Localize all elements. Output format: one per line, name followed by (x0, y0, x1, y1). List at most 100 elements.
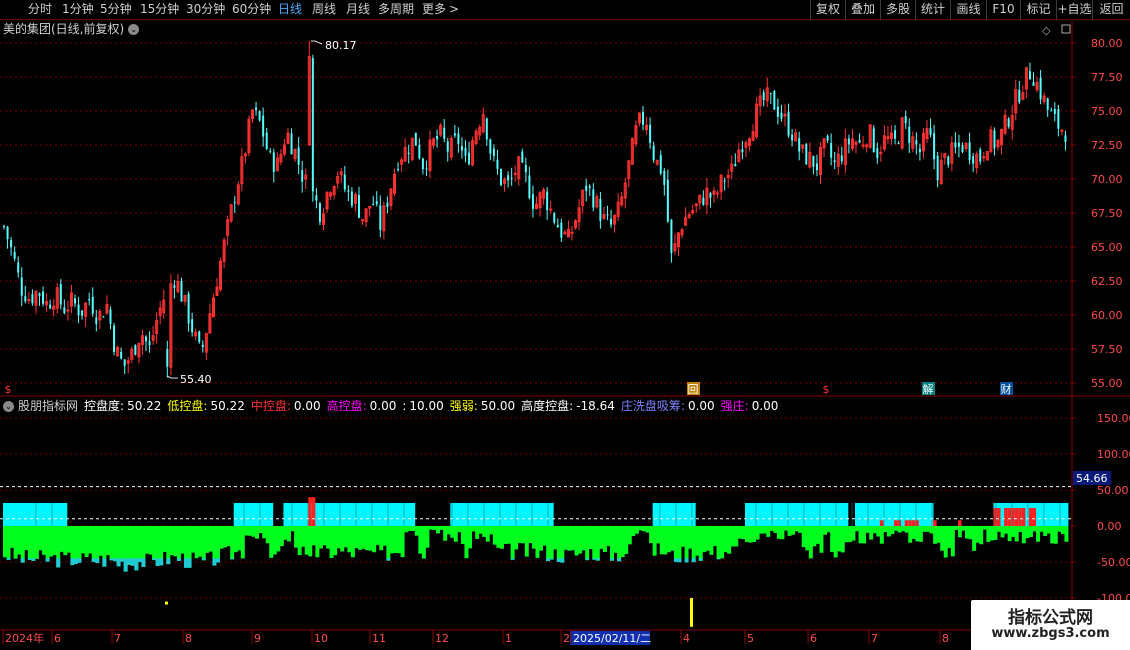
candle-body (226, 219, 230, 236)
candle-body (734, 164, 737, 167)
candle-body (414, 132, 417, 146)
indicator-bar-green (624, 526, 629, 554)
more-arrow-icon[interactable]: > (449, 1, 459, 18)
period-tab-0[interactable]: 分时 (28, 1, 52, 18)
period-tab-3[interactable]: 15分钟 (140, 1, 179, 18)
indicator-bar-green (66, 526, 71, 553)
candle-body (45, 301, 49, 306)
indicator-bar-cyan (375, 502, 380, 526)
indicator-bar-cyan (311, 502, 316, 526)
time-axis-label-1: 6 (54, 632, 61, 645)
indicator-bar-cyan (830, 502, 835, 526)
indicator-bar-cyan (354, 502, 359, 526)
candle-body (191, 319, 194, 333)
indicator-name[interactable]: 股朋指标网 (18, 399, 78, 413)
candle-body (517, 156, 521, 180)
indicator-bar-cyan (823, 502, 827, 526)
toolbar-button-3[interactable]: 统计 (915, 0, 950, 20)
candle-body (176, 280, 180, 293)
period-tab-6[interactable]: 日线 (278, 1, 302, 18)
toolbar-button-4[interactable]: 画线 (950, 0, 986, 20)
candle-body (655, 159, 659, 165)
candle-body (290, 133, 293, 155)
indicator-bar-teal (216, 558, 220, 563)
diamond-icon: ◇ (1042, 24, 1051, 37)
indicator-bar-green (826, 526, 831, 533)
indicator-bar-cyan (489, 502, 494, 526)
period-tab-4[interactable]: 30分钟 (186, 1, 225, 18)
indicator-bar-green (567, 526, 572, 551)
indicator-bar-green (308, 526, 313, 557)
indicator-bar-green (997, 526, 1001, 532)
time-axis-label-2: 7 (114, 632, 121, 645)
indicator-bar-green (372, 526, 377, 553)
current-value-box (1073, 471, 1111, 485)
period-tab-2[interactable]: 5分钟 (100, 1, 132, 18)
indicator-bar-green (414, 526, 419, 536)
stock-title-text: 美的集团(日线,前复权) (3, 22, 125, 36)
indicator-bar-cyan (929, 502, 934, 526)
indicator-bar-green (688, 526, 693, 549)
indicator-bar-green (468, 526, 472, 549)
stock-title[interactable]: 美的集团(日线,前复权) ⌄ (3, 21, 140, 37)
indicator-bar-green (265, 526, 270, 544)
dropdown-icon[interactable]: ⌄ (128, 24, 140, 35)
candle-body (1042, 95, 1046, 102)
indicator-bar-green (1057, 526, 1062, 532)
indicator-menu-icon[interactable]: ⌄ (3, 401, 14, 412)
indicator-bar-green (279, 526, 284, 547)
toolbar-button-6[interactable]: 标记 (1020, 0, 1056, 20)
candle-body (183, 294, 187, 302)
toolbar-button-7[interactable]: +自选 (1056, 0, 1092, 20)
candle-body (439, 124, 443, 136)
candle-body (840, 155, 843, 162)
indicator-bar-cyan (808, 502, 813, 526)
candle-body (762, 92, 765, 101)
toolbar-button-1[interactable]: 叠加 (845, 0, 880, 20)
toolbar-button-8[interactable]: 返回 (1092, 0, 1130, 20)
indicator-bar-green (599, 526, 604, 549)
indicator-bar-green (929, 526, 934, 534)
indicator-bar-cyan (794, 502, 799, 526)
main-chart-area[interactable]: 80.0077.5075.0072.5070.0067.5065.0062.50… (0, 0, 1130, 650)
candle-body (702, 197, 705, 205)
toolbar-button-0[interactable]: 复权 (810, 0, 845, 20)
candle-body (606, 214, 609, 216)
high-annotation: 80.17 (325, 39, 357, 52)
indicator-bar-cyan (464, 502, 469, 526)
candle-body (485, 118, 488, 140)
period-tab-10[interactable]: 更多 (422, 1, 446, 18)
indicator-bar-cyan (883, 502, 888, 526)
toolbar-button-2[interactable]: 多股 (880, 0, 915, 20)
indicator-bar-cyan (691, 502, 696, 526)
indicator-bar-cyan (780, 502, 785, 526)
indicator-bar-green (176, 526, 181, 561)
indicator-bar-teal (70, 558, 75, 566)
indicator-bar-green (418, 526, 423, 554)
indicator-bar-cyan (805, 502, 810, 526)
indicator-bar-green (943, 526, 948, 558)
indicator-bar-cyan (1014, 502, 1019, 526)
toolbar-button-5[interactable]: F10 (986, 0, 1020, 20)
candle-body (428, 139, 432, 172)
indicator-bar-green (734, 526, 739, 547)
indicator-item-label: : (402, 399, 407, 413)
indicator-bar-cyan (297, 502, 302, 526)
period-tab-1[interactable]: 1分钟 (62, 1, 94, 18)
time-axis-label-14: 7 (871, 632, 878, 645)
period-tab-9[interactable]: 多周期 (378, 1, 414, 18)
indicator-bar-green (592, 526, 597, 560)
period-tab-8[interactable]: 月线 (346, 1, 370, 18)
candle-body (364, 208, 368, 223)
candle-body (791, 134, 794, 141)
candle-body (286, 132, 290, 144)
period-tab-7[interactable]: 周线 (312, 1, 336, 18)
candle-body (6, 226, 9, 240)
indicator-bar-cyan (1064, 502, 1069, 526)
period-tab-5[interactable]: 60分钟 (232, 1, 271, 18)
candle-body (968, 142, 971, 160)
indicator-item-value: 50.22 (210, 399, 245, 413)
indicator-bar-green (38, 526, 43, 551)
candle-body (975, 153, 979, 169)
indicator-bar-green (1025, 526, 1030, 539)
